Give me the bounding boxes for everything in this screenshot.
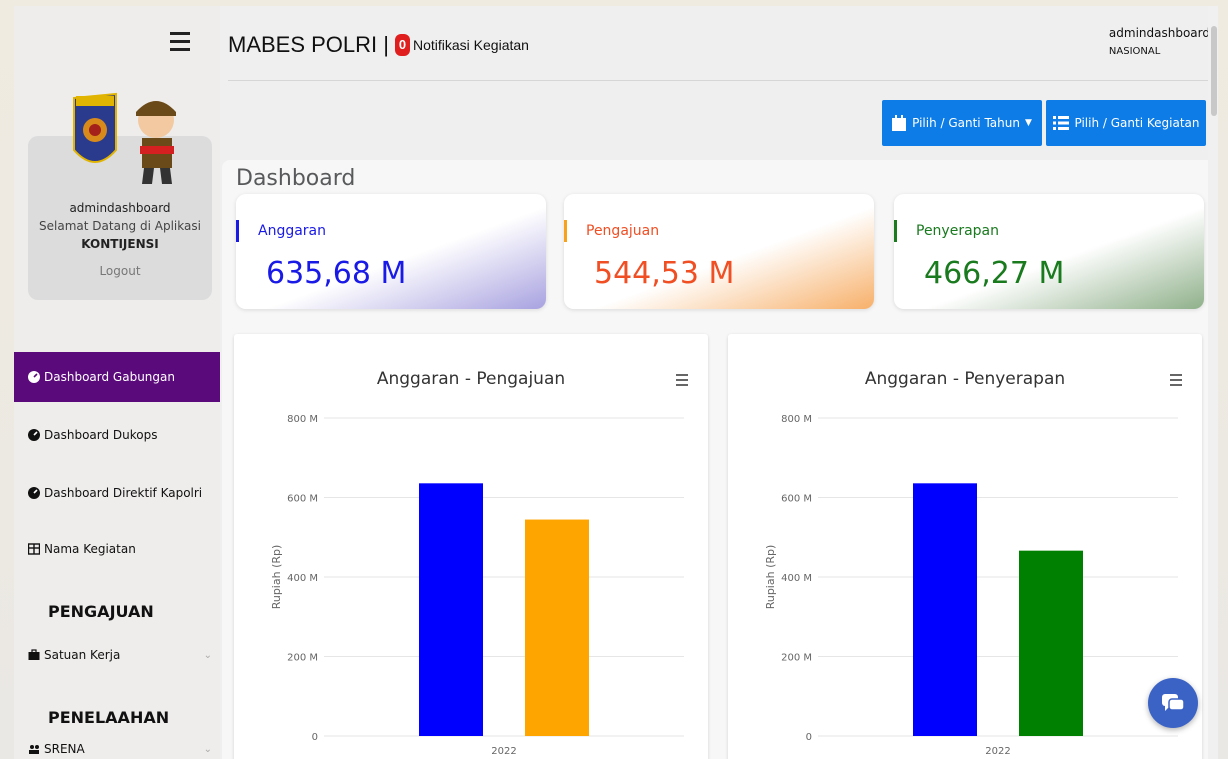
chart-title: Anggaran - Pengajuan xyxy=(377,369,565,389)
y-tick-label: 800 M xyxy=(287,414,318,425)
menu-toggle-icon[interactable] xyxy=(170,32,190,51)
chart-anggaran-pengajuan: Anggaran - Pengajuan 0 200 M 400 M 600 M 800 … xyxy=(234,334,708,759)
stat-card-anggaran: Anggaran 635,68 M xyxy=(236,194,546,309)
y-tick-label: 200 M xyxy=(287,653,318,664)
sidebar-item-dashboard-direktif[interactable]: Dashboard Direktif Kapolri xyxy=(14,468,220,518)
year-select-button[interactable]: Pilih / Ganti Tahun ▼ xyxy=(882,100,1042,146)
sidebar: admindashboard Selamat Datang di Aplikas… xyxy=(14,6,220,759)
y-tick-label: 400 M xyxy=(287,573,318,584)
user-role: NASIONAL xyxy=(1108,46,1161,57)
briefcase-icon xyxy=(28,649,40,660)
bar xyxy=(525,519,589,736)
users-icon xyxy=(29,745,39,754)
y-tick-label: 600 M xyxy=(287,494,318,505)
chart-svg: Anggaran - Pengajuan 0 200 M 400 M 600 M 800 … xyxy=(270,369,684,757)
chat-button[interactable] xyxy=(1148,678,1198,728)
caret-down-icon: ▼ xyxy=(1024,118,1032,128)
user-name: admindashboard xyxy=(1108,26,1210,40)
brand-title: MABES POLRI | xyxy=(228,32,389,57)
chevron-down-icon: ⌄ xyxy=(203,649,212,661)
sidebar-item-label: Nama Kegiatan xyxy=(44,542,136,556)
y-axis-label: Rupiah (Rp) xyxy=(764,545,777,610)
logo-icon xyxy=(73,92,176,184)
chart-title: Anggaran - Penyerapan xyxy=(865,369,1065,389)
chart-menu-icon[interactable] xyxy=(1170,374,1182,386)
sidebar-item-label: Dashboard Direktif Kapolri xyxy=(44,486,203,500)
y-tick-label: 200 M xyxy=(781,653,812,664)
sidebar-item-nama-kegiatan[interactable]: Nama Kegiatan xyxy=(14,524,220,574)
x-tick-label: 2022 xyxy=(491,746,516,757)
stat-accent-bar xyxy=(894,220,897,242)
stat-value: 466,27 M xyxy=(924,256,1065,291)
chat-icon xyxy=(1162,694,1185,711)
list-icon xyxy=(1052,116,1069,130)
activity-select-label: Pilih / Ganti Kegiatan xyxy=(1074,116,1200,130)
user-menu[interactable]: admindashboard NASIONAL xyxy=(1109,26,1210,57)
stat-value: 544,53 M xyxy=(594,256,735,291)
stat-label: Anggaran xyxy=(258,223,327,239)
scrollbar-thumb[interactable] xyxy=(1211,26,1217,116)
sidebar-item-label: Satuan Kerja xyxy=(44,648,121,662)
y-tick-label: 0 xyxy=(312,732,318,743)
y-axis-label: Rupiah (Rp) xyxy=(270,545,283,610)
sidebar-item-label: SRENA xyxy=(44,742,85,756)
y-tick-label: 0 xyxy=(806,732,812,743)
notification-badge[interactable]: 0 xyxy=(394,34,410,56)
gauge-icon xyxy=(28,371,40,383)
stat-value: 635,68 M xyxy=(266,256,407,291)
scrollbar[interactable] xyxy=(1208,6,1218,759)
stat-accent-bar xyxy=(564,220,567,242)
chart-anggaran-penyerapan: Anggaran - Penyerapan 0 200 M 400 M 600 M 800… xyxy=(728,334,1202,759)
profile-name: admindashboard xyxy=(69,201,171,215)
logout-link[interactable]: Logout xyxy=(28,264,212,278)
calendar-icon xyxy=(892,115,907,131)
gauge-icon xyxy=(28,487,40,499)
x-tick-label: 2022 xyxy=(985,746,1010,757)
bar xyxy=(913,483,977,736)
y-tick-label: 600 M xyxy=(781,494,812,505)
bar xyxy=(419,483,483,736)
sidebar-item-dashboard-dukops[interactable]: Dashboard Dukops xyxy=(14,410,220,460)
sidebar-item-satuan-kerja[interactable]: Satuan Kerja ⌄ xyxy=(14,630,220,680)
section-heading-penelaahan: PENELAAHAN xyxy=(48,708,170,727)
y-tick-label: 400 M xyxy=(781,573,812,584)
section-heading-pengajuan: PENGAJUAN xyxy=(48,602,154,621)
page-title: Dashboard xyxy=(236,166,356,191)
stat-accent-bar xyxy=(236,220,239,242)
year-select-label: Pilih / Ganti Tahun xyxy=(912,116,1020,130)
sidebar-item-dashboard-gabungan[interactable]: Dashboard Gabungan xyxy=(14,352,220,402)
header-divider xyxy=(228,80,1208,81)
table-icon xyxy=(28,543,40,555)
app-window: admindashboard Selamat Datang di Aplikas… xyxy=(14,6,1218,759)
profile-welcome: Selamat Datang di Aplikasi xyxy=(39,219,201,233)
stat-label: Pengajuan xyxy=(586,223,660,239)
stat-label: Penyerapan xyxy=(916,223,1000,239)
chart-menu-icon[interactable] xyxy=(676,374,688,386)
page-header: MABES POLRI | 0 Notifikasi Kegiatan xyxy=(228,32,529,58)
chart-svg: Anggaran - Penyerapan 0 200 M 400 M 600 M 800… xyxy=(764,369,1178,757)
activity-select-button[interactable]: Pilih / Ganti Kegiatan xyxy=(1046,100,1206,146)
chevron-down-icon: ⌄ xyxy=(203,743,212,755)
sidebar-item-srena[interactable]: SRENA ⌄ xyxy=(14,734,220,759)
sidebar-item-label: Dashboard Gabungan xyxy=(44,370,175,384)
sidebar-item-label: Dashboard Dukops xyxy=(44,428,158,442)
notification-link[interactable]: Notifikasi Kegiatan xyxy=(413,37,529,53)
stat-card-penyerapan: Penyerapan 466,27 M xyxy=(894,194,1204,309)
y-tick-label: 800 M xyxy=(781,414,812,425)
bar xyxy=(1019,550,1083,736)
profile-app-name: KONTIJENSI xyxy=(81,237,159,251)
gauge-icon xyxy=(28,429,40,441)
stat-card-pengajuan: Pengajuan 544,53 M xyxy=(564,194,874,309)
